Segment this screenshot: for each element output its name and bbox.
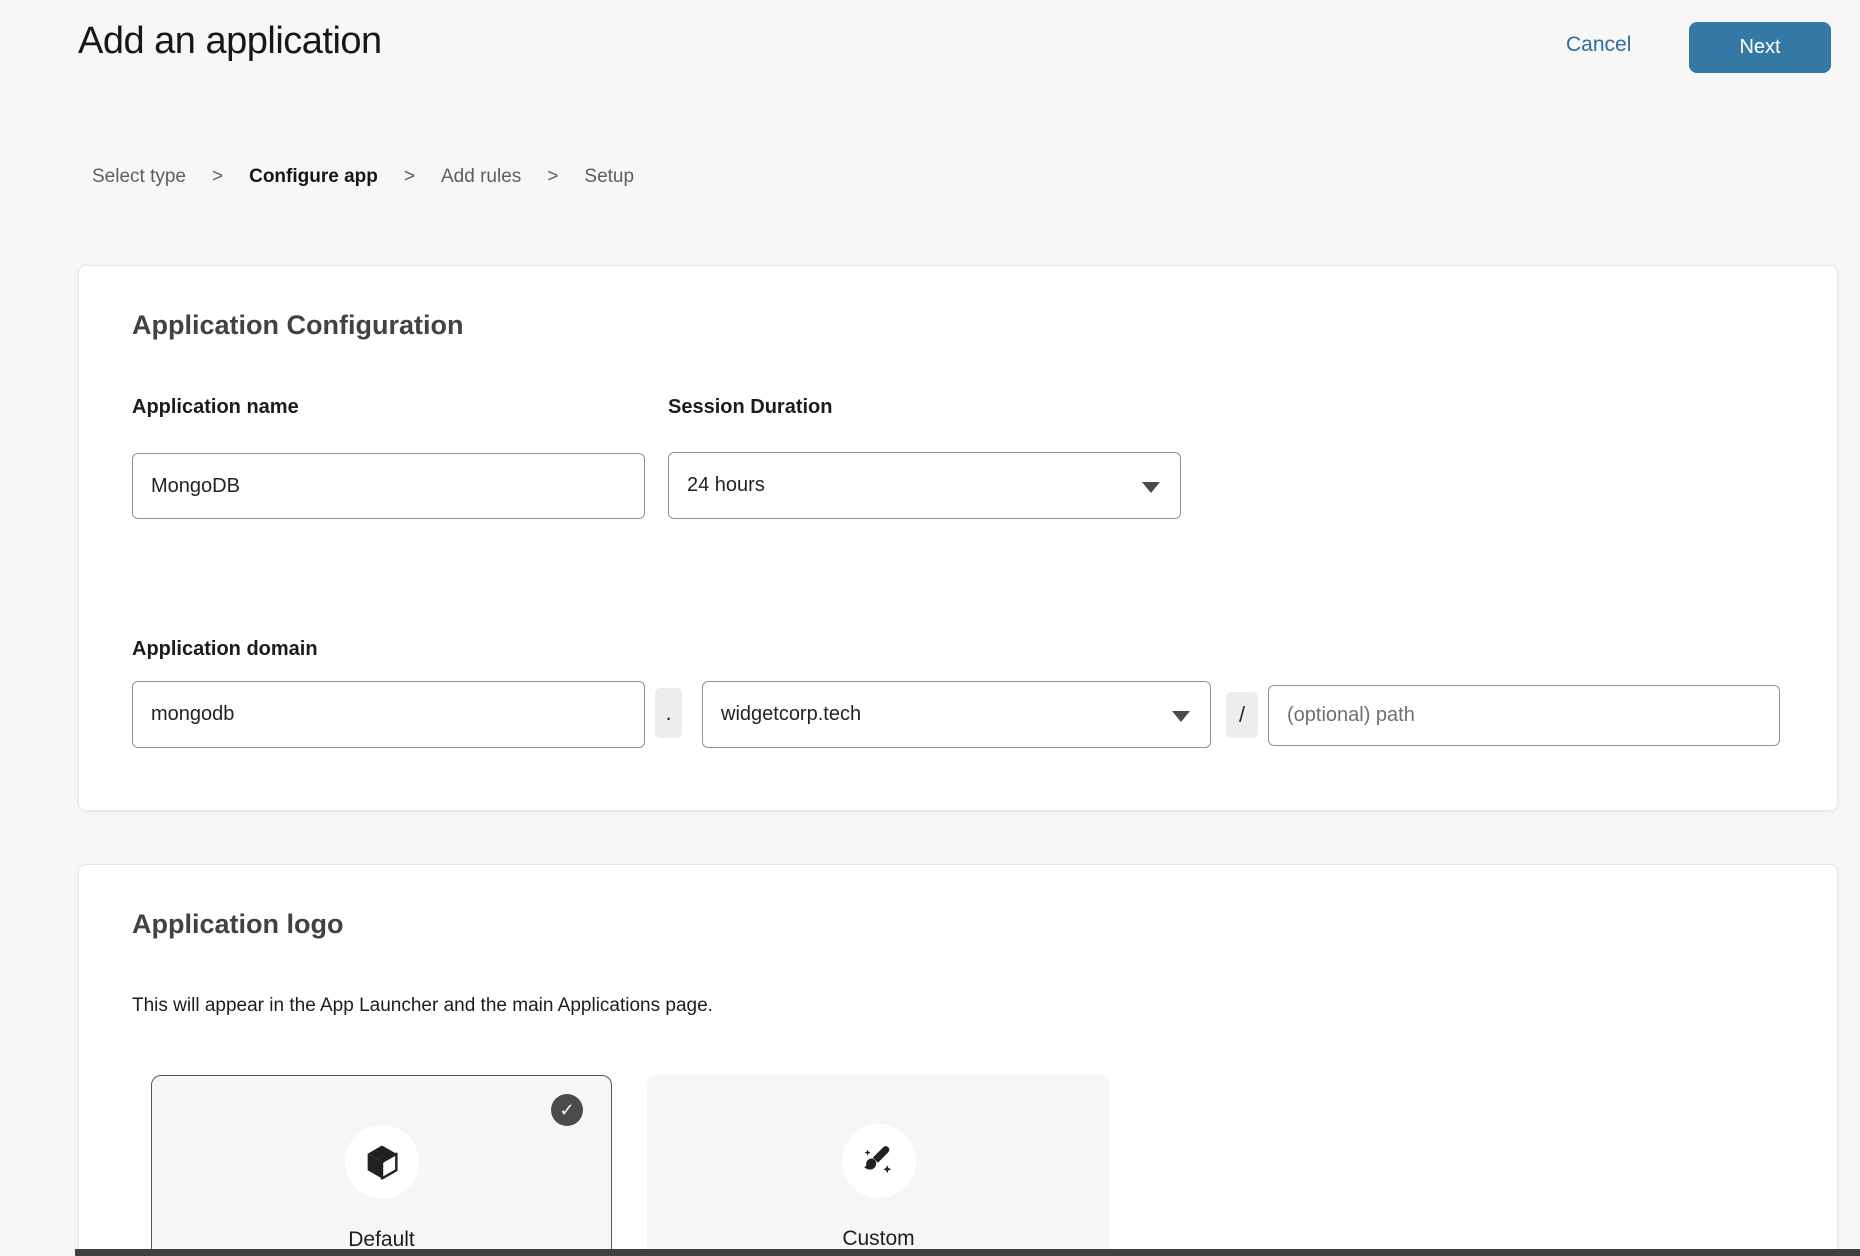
domain-dot-separator: . (655, 688, 682, 738)
step-select-type[interactable]: Select type (92, 166, 186, 188)
application-name-input[interactable] (132, 453, 645, 519)
breadcrumb-separator: > (212, 166, 223, 188)
session-duration-label: Session Duration (668, 396, 832, 419)
subdomain-input[interactable] (132, 681, 645, 748)
logo-description: This will appear in the App Launcher and… (132, 995, 713, 1017)
logo-option-label: Custom (647, 1227, 1110, 1251)
breadcrumb-separator: > (547, 166, 558, 188)
application-domain-label: Application domain (132, 638, 318, 661)
chevron-down-icon (1142, 482, 1160, 493)
logo-option-custom[interactable]: Custom (647, 1075, 1110, 1256)
domain-value: widgetcorp.tech (721, 703, 861, 726)
chevron-down-icon (1172, 711, 1190, 722)
domain-select[interactable]: widgetcorp.tech (702, 681, 1211, 748)
cube-icon (361, 1141, 403, 1183)
step-add-rules[interactable]: Add rules (441, 166, 521, 188)
step-configure-app[interactable]: Configure app (249, 166, 378, 188)
application-name-label: Application name (132, 396, 299, 419)
logo-heading: Application logo (132, 909, 343, 940)
checkmark-icon: ✓ (551, 1094, 583, 1126)
default-logo-circle (345, 1125, 419, 1199)
application-logo-card: Application logo This will appear in the… (78, 864, 1838, 1256)
application-configuration-card: Application Configuration Application na… (78, 265, 1838, 811)
custom-logo-circle (842, 1124, 916, 1198)
domain-slash-separator: / (1226, 692, 1258, 738)
breadcrumb-separator: > (404, 166, 415, 188)
bottom-edge-bar (75, 1249, 1860, 1256)
breadcrumb: Select type > Configure app > Add rules … (92, 166, 634, 188)
add-application-page: Add an application Cancel Next Select ty… (0, 0, 1860, 1256)
page-title: Add an application (78, 20, 382, 63)
next-button[interactable]: Next (1689, 22, 1831, 73)
configuration-heading: Application Configuration (132, 310, 463, 341)
path-input[interactable] (1268, 685, 1780, 746)
step-setup[interactable]: Setup (584, 166, 634, 188)
logo-option-default[interactable]: ✓ Default (151, 1075, 612, 1256)
cancel-button[interactable]: Cancel (1566, 33, 1631, 57)
session-duration-select[interactable]: 24 hours (668, 452, 1181, 519)
paintbrush-icon (857, 1139, 901, 1183)
session-duration-value: 24 hours (687, 474, 765, 497)
